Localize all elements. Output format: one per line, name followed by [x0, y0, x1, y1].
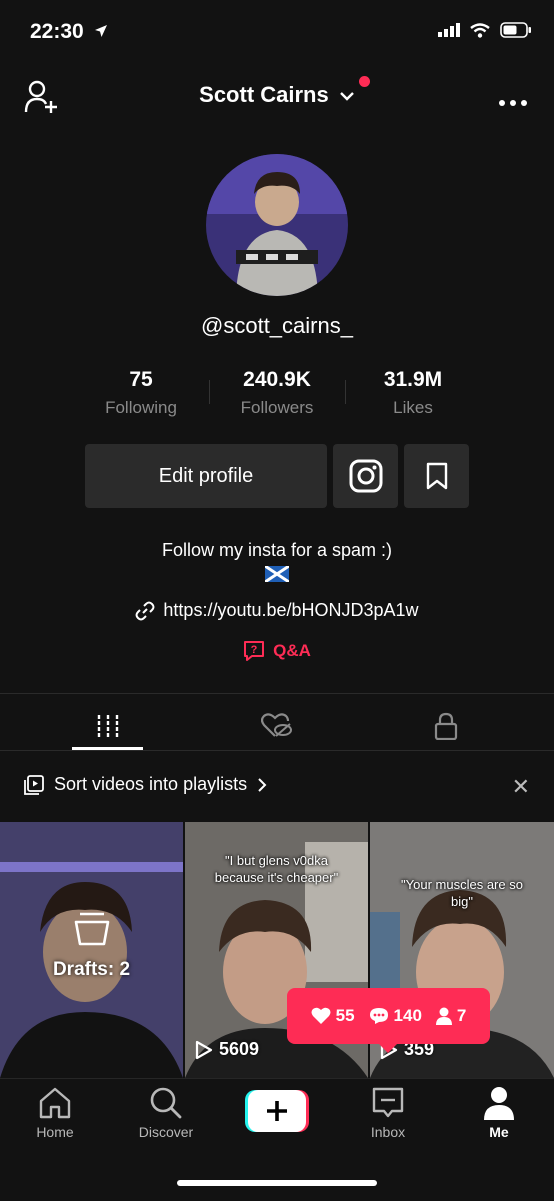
edit-profile-button[interactable]: Edit profile [85, 444, 327, 508]
drafts-tile[interactable]: Drafts: 2 [0, 822, 183, 1078]
view-count-text: 5609 [219, 1039, 260, 1059]
svg-text:?: ? [251, 644, 258, 656]
stat-followers[interactable]: 240.9K Followers [202, 368, 352, 418]
play-icon [195, 1040, 213, 1059]
playlist-icon [24, 774, 44, 795]
comments-notification: 140 [369, 1006, 422, 1026]
qa-icon: ? [244, 641, 265, 661]
inbox-icon [372, 1087, 404, 1118]
comment-icon [369, 1008, 388, 1024]
stat-likes[interactable]: 31.9M Likes [338, 368, 488, 418]
home-icon [39, 1087, 71, 1119]
playlist-banner-text: Sort videos into playlists [54, 774, 248, 794]
followers-notification: 7 [435, 1006, 467, 1026]
grid-icon [97, 715, 119, 737]
signal-icon [438, 23, 460, 37]
create-button[interactable] [245, 1090, 309, 1137]
comments-notification-count: 140 [393, 1006, 422, 1025]
hidden-heart-icon [261, 713, 292, 737]
wifi-icon [470, 22, 490, 38]
likes-notification: 55 [311, 1006, 355, 1026]
more-icon [499, 100, 527, 106]
likes-count: 31.9M [383, 368, 443, 391]
profile-icon [484, 1087, 514, 1120]
likes-notification-count: 55 [335, 1006, 355, 1025]
tab-liked[interactable] [185, 703, 369, 749]
video-caption: "I but glens v0dka because it's cheaper" [214, 853, 339, 885]
notification-dot [359, 76, 370, 87]
divider [0, 693, 554, 694]
page-title: Scott Cairns [199, 82, 329, 107]
tab-inbox-label: Inbox [370, 1124, 406, 1140]
qa-button[interactable]: ? Q&A [0, 640, 554, 662]
tab-me[interactable]: Me [444, 1086, 554, 1140]
tab-videos[interactable] [16, 703, 200, 749]
tab-discover[interactable]: Discover [111, 1086, 221, 1140]
person-icon [435, 1007, 452, 1025]
instagram-icon [349, 459, 382, 493]
instagram-button[interactable] [333, 444, 398, 508]
tab-private[interactable] [354, 703, 538, 749]
battery-icon [500, 22, 531, 38]
edit-profile-label: Edit profile [158, 464, 254, 487]
drafts-icon [74, 912, 109, 946]
bio-link[interactable]: https://youtu.be/bHONJD3pA1w [0, 600, 554, 621]
avatar-photo [206, 154, 348, 296]
search-icon [150, 1087, 182, 1119]
playlist-banner[interactable]: Sort videos into playlists [24, 774, 267, 795]
followers-notification-count: 7 [456, 1006, 467, 1025]
drafts-label: Drafts: 2 [52, 959, 131, 980]
video-caption: "Your muscles are so big" [401, 877, 523, 909]
notification-tail [378, 1043, 398, 1053]
divider [0, 750, 554, 751]
activity-notification[interactable]: 55 140 7 [287, 988, 490, 1044]
more-options-button[interactable] [498, 94, 528, 112]
status-time: 22:30 [30, 20, 108, 44]
qa-label: Q&A [273, 641, 311, 660]
link-text: https://youtu.be/bHONJD3pA1w [163, 600, 419, 620]
location-arrow-icon [94, 25, 107, 37]
tab-inbox[interactable]: Inbox [333, 1086, 443, 1140]
heart-icon [311, 1007, 331, 1024]
following-label: Following [105, 398, 177, 417]
tab-discover-label: Discover [138, 1124, 194, 1140]
tab-home-label: Home [36, 1124, 74, 1140]
scotland-flag-icon [264, 564, 290, 584]
chevron-right-icon [258, 777, 267, 792]
tab-me-label: Me [489, 1124, 509, 1140]
bookmark-icon [426, 462, 447, 490]
link-icon [135, 601, 155, 620]
followers-count: 240.9K [243, 368, 311, 391]
account-switcher[interactable]: Scott Cairns [0, 82, 554, 108]
time-text: 22:30 [30, 20, 84, 43]
followers-label: Followers [240, 398, 314, 417]
stat-following[interactable]: 75 Following [66, 368, 216, 418]
status-indicators [438, 22, 532, 38]
plus-icon [245, 1090, 309, 1132]
chevron-down-icon [340, 92, 354, 101]
home-indicator [177, 1180, 377, 1186]
following-count: 75 [129, 368, 153, 391]
bio-flag [0, 564, 554, 587]
tab-home[interactable]: Home [0, 1086, 110, 1140]
lock-icon [434, 712, 458, 740]
drafts-overlay: Drafts: 2 [0, 912, 183, 981]
favorites-button[interactable] [404, 444, 469, 508]
username: @scott_cairns_ [201, 313, 353, 338]
view-count: 5609 [195, 1039, 259, 1060]
likes-label: Likes [393, 398, 433, 417]
bio-text: Follow my insta for a spam :) [161, 540, 393, 560]
close-icon[interactable]: ✕ [512, 774, 530, 800]
avatar[interactable] [206, 154, 348, 296]
